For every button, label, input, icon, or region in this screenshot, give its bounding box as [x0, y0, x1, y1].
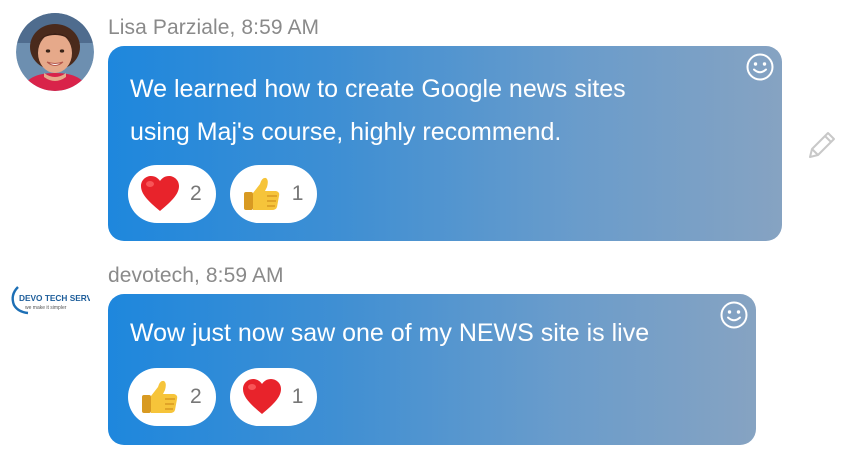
reactions-bar: 2 1 — [128, 165, 318, 223]
pencil-icon[interactable] — [804, 127, 838, 163]
message-line: using Maj's course, highly recommend. — [130, 118, 562, 146]
logo-tagline: we make it simpler — [25, 305, 67, 311]
reaction-count: 1 — [291, 182, 304, 205]
reaction-thumbs-up[interactable]: 2 — [128, 368, 216, 426]
avatar[interactable]: DEVO TECH SERVICE we make it simpler — [8, 281, 90, 321]
message-line: We learned how to create Google news sit… — [130, 75, 626, 103]
logo-text: DEVO TECH SERVICE — [19, 293, 90, 303]
user-photo-avatar — [16, 13, 94, 91]
message-bubble[interactable]: Wow just now saw one of my NEWS site is … — [108, 294, 756, 445]
heart-icon — [141, 176, 179, 211]
smiley-icon[interactable] — [743, 50, 777, 84]
reaction-thumbs-up[interactable]: 1 — [229, 165, 318, 223]
reaction-heart[interactable]: 2 — [128, 165, 216, 223]
heart-icon — [242, 379, 281, 414]
message-line: Wow just now saw one of my NEWS site is … — [130, 319, 650, 347]
reaction-count: 2 — [190, 385, 202, 408]
thumbs-up-icon — [142, 380, 178, 413]
reactions-bar: 2 1 — [128, 368, 318, 426]
smiley-icon[interactable] — [717, 298, 751, 332]
chat-thread: Lisa Parziale, 8:59 AM We learned how to… — [0, 0, 842, 464]
reaction-count: 1 — [291, 385, 304, 408]
devo-tech-logo: DEVO TECH SERVICE we make it simpler — [11, 286, 90, 315]
message-text: Wow just now saw one of my NEWS site is … — [130, 312, 649, 355]
message-author-time: devotech, 8:59 AM — [108, 264, 284, 287]
message-bubble[interactable]: We learned how to create Google news sit… — [108, 46, 782, 241]
message-author-time: Lisa Parziale, 8:59 AM — [108, 16, 320, 39]
reaction-count: 2 — [190, 182, 202, 205]
thumbs-up-icon — [243, 177, 279, 210]
avatar[interactable] — [16, 13, 94, 91]
message-text: We learned how to create Google news sit… — [130, 68, 626, 154]
reaction-heart[interactable]: 1 — [229, 368, 318, 426]
